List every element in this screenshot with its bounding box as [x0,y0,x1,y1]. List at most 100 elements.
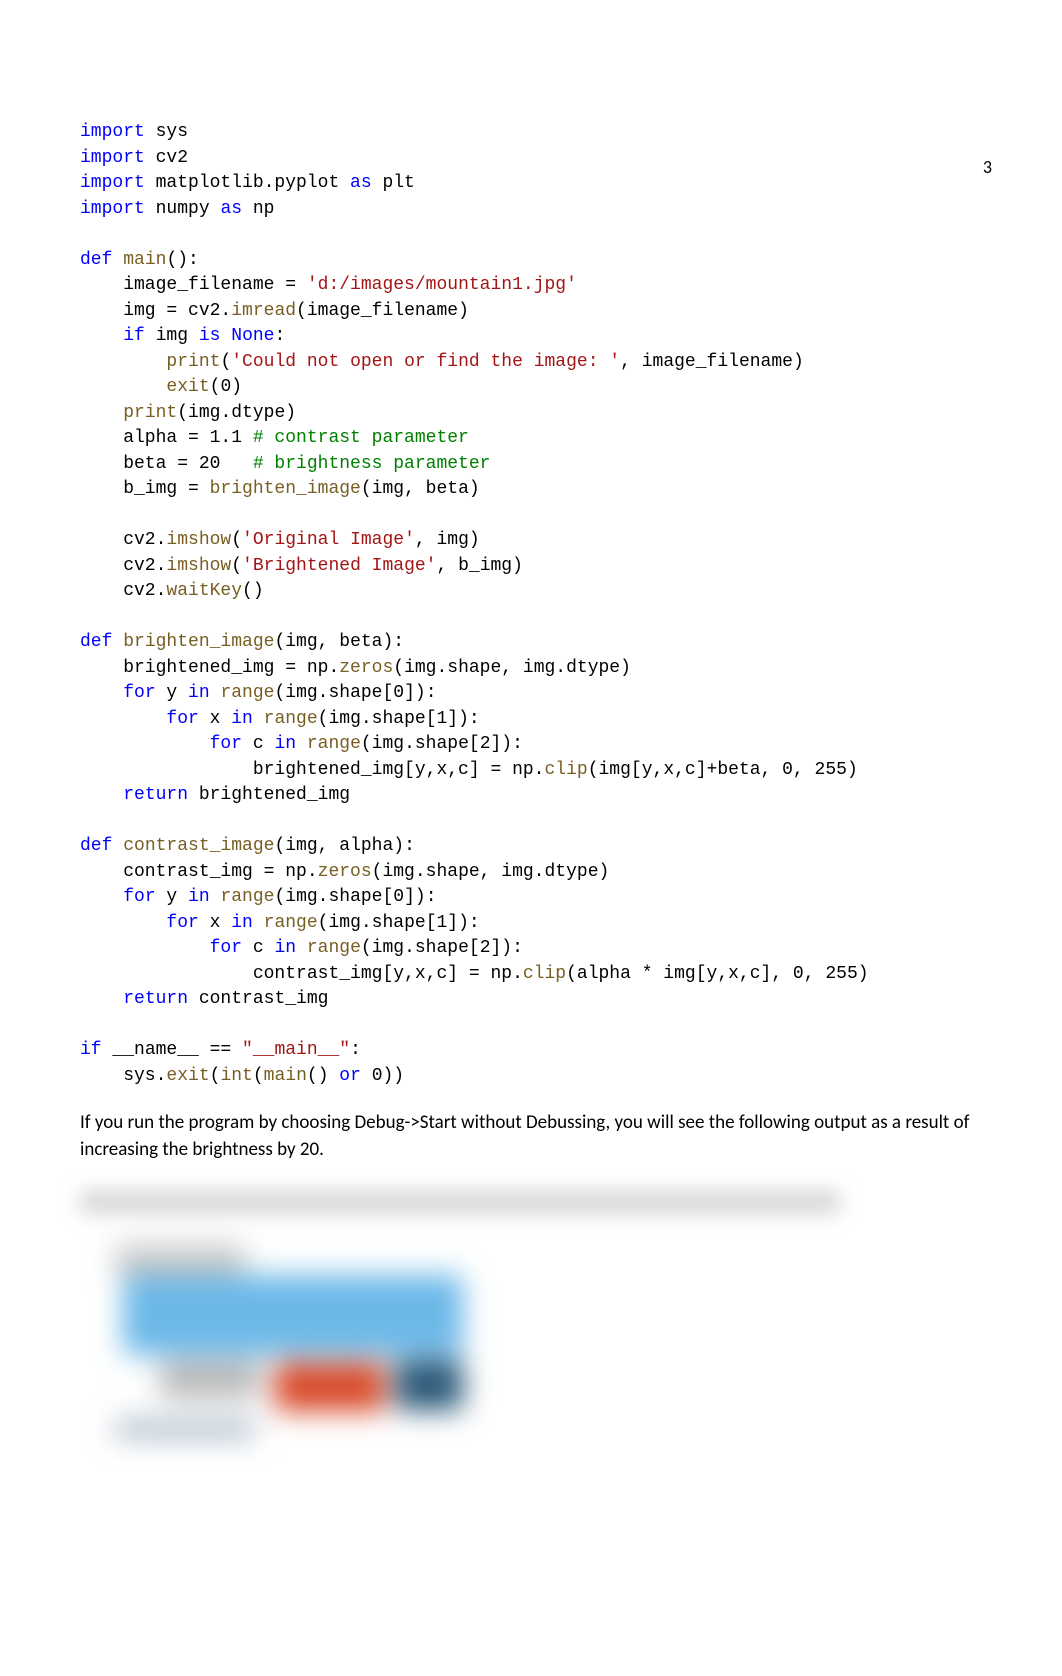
code-token: np [242,199,274,219]
code-token: in [231,913,253,933]
code-token: for [166,913,198,933]
code-token: y [156,887,188,907]
code-token [210,887,221,907]
code-token [112,250,123,270]
code-token: range [264,913,318,933]
code-token: b_img = [80,479,210,499]
code-token: clip [523,964,566,984]
code-token: # brightness parameter [253,454,491,474]
code-token [80,377,166,397]
code-token: ( [231,530,242,550]
code-token: imshow [166,556,231,576]
code-token [210,683,221,703]
code-token: (img.dtype) [177,403,296,423]
code-token [80,989,123,1009]
code-token: (img.shape[2]): [361,734,523,754]
code-token: for [123,683,155,703]
code-token: print [166,352,220,372]
code-token: cv2. [80,556,166,576]
code-token: main [264,1066,307,1086]
code-token [80,913,166,933]
code-token: (img.shape, img.dtype) [393,658,631,678]
code-token: range [220,887,274,907]
code-token: import [80,173,145,193]
code-token [253,913,264,933]
code-token: c [242,734,274,754]
code-token: (img, beta) [361,479,480,499]
code-token: () [242,581,264,601]
code-token: brighten_image [210,479,361,499]
code-token: contrast_img [188,989,328,1009]
code-token: brightened_img = np. [80,658,339,678]
code-token: for [210,734,242,754]
code-token: ( [210,1066,221,1086]
code-token: : [350,1040,361,1060]
code-token: img = cv2. [80,301,231,321]
code-token: range [264,709,318,729]
code-token: sys [145,122,188,142]
code-token: if [123,326,145,346]
code-token: y [156,683,188,703]
code-token: , image_filename) [620,352,804,372]
code-token: 'Original Image' [242,530,415,550]
code-token: "__main__" [242,1040,350,1060]
code-block: import sys import cv2 import matplotlib.… [80,120,1062,1089]
code-token: if [80,1040,102,1060]
code-token: is [199,326,221,346]
code-token [80,403,123,423]
code-token: or [339,1066,361,1086]
code-token [112,836,123,856]
code-token [220,326,231,346]
code-token: image_filename = [80,275,307,295]
code-token: (img, alpha): [274,836,414,856]
code-token: (img.shape[1]): [318,709,480,729]
code-token: __name__ == [102,1040,242,1060]
code-token: def [80,632,112,652]
blurred-image-preview [115,1245,505,1445]
code-token: waitKey [166,581,242,601]
code-token: img [145,326,199,346]
code-token: range [307,938,361,958]
code-token: contrast_img = np. [80,862,318,882]
code-token: in [274,734,296,754]
code-token: (img.shape[0]): [274,887,436,907]
code-token: for [166,709,198,729]
code-token [80,887,123,907]
code-token: numpy [145,199,221,219]
code-token: imshow [166,530,231,550]
code-token: return [123,989,188,1009]
code-token: 'Brightened Image' [242,556,436,576]
paragraph: If you run the program by choosing Debug… [80,1109,992,1163]
code-token: 0)) [361,1066,404,1086]
code-token [296,938,307,958]
code-token: (img.shape, img.dtype) [372,862,610,882]
code-token [80,785,123,805]
code-token: : [274,326,285,346]
code-token: 'd:/images/mountain1.jpg' [307,275,577,295]
code-token: as [350,173,372,193]
code-token: import [80,122,145,142]
code-token [112,632,123,652]
code-token: plt [372,173,415,193]
code-token: print [123,403,177,423]
code-token: , b_img) [436,556,522,576]
code-token: for [210,938,242,958]
code-token: (image_filename) [296,301,469,321]
code-token [80,352,166,372]
code-token: , img) [415,530,480,550]
code-token: main [123,250,166,270]
code-token: cv2 [145,148,188,168]
code-token: brightened_img[y,x,c] = np. [80,760,544,780]
code-token [80,734,210,754]
code-token: (img.shape[2]): [361,938,523,958]
code-token: range [220,683,274,703]
code-token [296,734,307,754]
page-number: 3 [983,156,992,178]
code-token: x [199,913,231,933]
code-token: exit [166,377,209,397]
code-token: matplotlib.pyplot [145,173,350,193]
code-token: cv2. [80,581,166,601]
code-token: alpha = 1.1 [80,428,253,448]
code-token: (img.shape[1]): [318,913,480,933]
code-token: brightened_img [188,785,350,805]
